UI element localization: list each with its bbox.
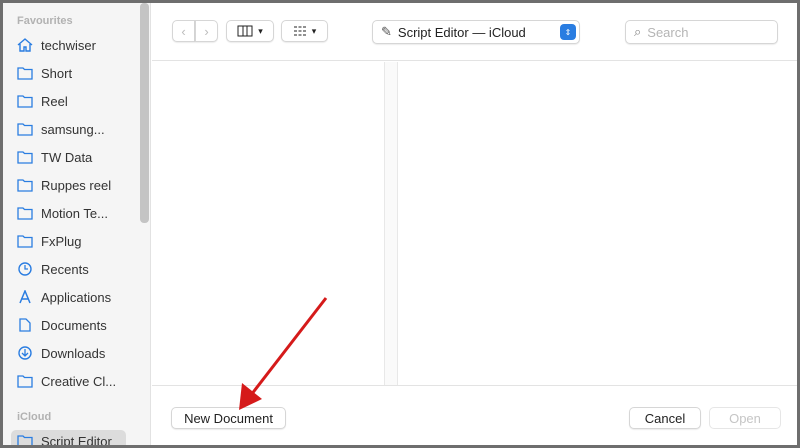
red-arrow-annotation <box>239 297 328 410</box>
open-dialog: Favourites techwiser Short Reel samsung... T… <box>3 3 797 445</box>
